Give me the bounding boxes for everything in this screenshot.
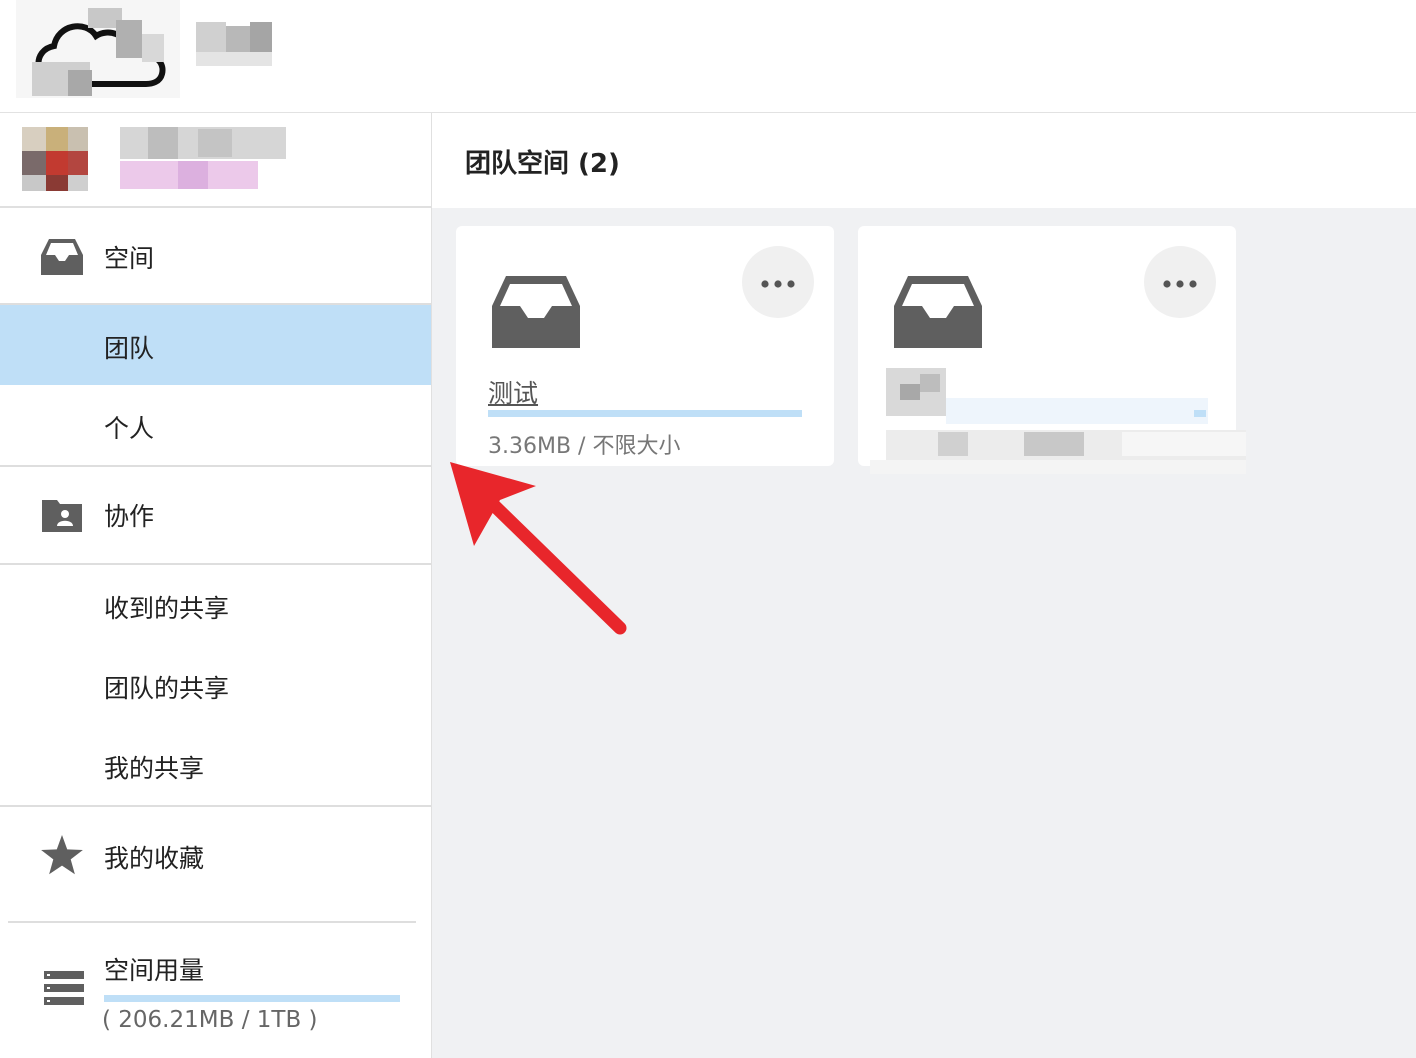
inbox-tray-icon xyxy=(40,237,84,277)
space-card[interactable] xyxy=(858,226,1246,474)
more-options-button[interactable] xyxy=(742,246,814,318)
app-logo[interactable] xyxy=(16,0,180,98)
nav-collab-label: 协作 xyxy=(104,502,155,531)
storage-usage-bar xyxy=(104,995,400,1002)
nav-spaces[interactable]: 空间 xyxy=(0,209,431,305)
storage-usage: 空间用量 ( 206.21MB / 1TB ) xyxy=(0,921,431,1058)
inbox-tray-icon xyxy=(894,276,982,352)
nav-my-shares[interactable]: 我的共享 xyxy=(0,725,431,805)
more-options-button[interactable] xyxy=(1144,246,1216,318)
space-card[interactable]: 测试 3.36MB / 不限大小 xyxy=(456,226,834,466)
space-card-name[interactable]: 测试 xyxy=(488,374,538,410)
app-name-redacted xyxy=(196,22,276,68)
nav-personal-label: 个人 xyxy=(104,414,155,443)
nav-collab[interactable]: 协作 xyxy=(0,467,431,563)
space-usage-bar xyxy=(488,410,802,417)
user-profile[interactable] xyxy=(0,113,431,208)
nav-team[interactable]: 团队 xyxy=(0,305,431,385)
nav-team-shares[interactable]: 团队的共享 xyxy=(0,645,431,725)
annotation-arrow-icon xyxy=(450,462,627,635)
app-header xyxy=(0,0,1416,113)
nav-my-shares-label: 我的共享 xyxy=(104,754,205,783)
ellipsis-icon xyxy=(761,273,795,292)
star-icon xyxy=(40,835,84,875)
ellipsis-icon xyxy=(1163,273,1197,292)
main-header: 团队空间 (2) xyxy=(432,113,1416,208)
nav-received-shares-label: 收到的共享 xyxy=(104,594,230,623)
nav-favorites-label: 我的收藏 xyxy=(104,844,205,873)
shared-folder-icon xyxy=(40,495,84,535)
nav-spaces-label: 空间 xyxy=(104,244,155,273)
nav-received-shares[interactable]: 收到的共享 xyxy=(0,565,431,645)
storage-icon xyxy=(44,971,84,1009)
nav-personal[interactable]: 个人 xyxy=(0,385,431,465)
page-title: 团队空间 (2) xyxy=(465,149,620,179)
storage-usage-value: ( 206.21MB / 1TB ) xyxy=(102,1007,318,1033)
user-name-redacted xyxy=(120,127,286,189)
sidebar: 空间 团队 个人 协作 收到的共享 团队的共享 我的共享 我的收藏 空间用量 (… xyxy=(0,113,432,1058)
nav-favorites[interactable]: 我的收藏 xyxy=(0,807,431,907)
divider xyxy=(8,921,416,923)
avatar[interactable] xyxy=(22,127,90,191)
storage-usage-label: 空间用量 xyxy=(104,956,205,985)
nav-team-label: 团队 xyxy=(104,334,155,363)
inbox-tray-icon xyxy=(492,276,580,352)
nav-team-shares-label: 团队的共享 xyxy=(104,674,230,703)
